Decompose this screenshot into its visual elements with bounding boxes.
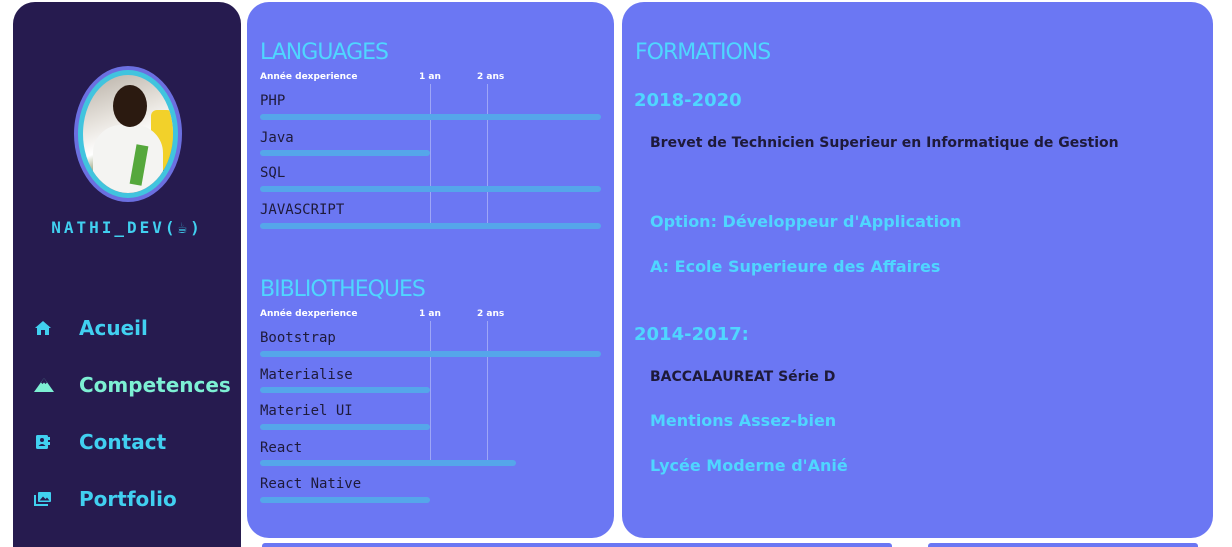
formations-title: FORMATIONS <box>635 40 771 65</box>
skill-name: Materiel UI <box>260 403 353 419</box>
skill-bar <box>260 460 516 466</box>
skill-bar <box>260 223 601 229</box>
skill-bar <box>260 186 601 192</box>
scale-1-year: 1 an <box>419 309 441 319</box>
formation-degree: Brevet de Technicien Superieur en Inform… <box>650 135 1119 151</box>
formation-mention: Mentions Assez-bien <box>650 411 837 430</box>
skill-name: React <box>260 440 303 456</box>
scale-1-year: 1 an <box>419 72 441 82</box>
skill-bar <box>260 497 430 503</box>
libraries-title: BIBLIOTHEQUES <box>260 277 426 302</box>
skill-bar <box>260 424 430 430</box>
formation-school: Lycée Moderne d'Anié <box>650 456 848 475</box>
languages-title: LANGUAGES <box>260 40 389 65</box>
formation-years: 2018-2020 <box>634 90 742 111</box>
formation-years: 2014-2017: <box>634 324 749 345</box>
nav-label: Contact <box>79 430 167 454</box>
nav-label: Acueil <box>79 316 148 340</box>
gridline-2-years <box>487 321 488 461</box>
sidebar: NATHI_DEV(☕) Acueil Competences Contact … <box>13 2 241 547</box>
home-icon <box>33 318 53 338</box>
username: NATHI_DEV(☕) <box>51 218 203 237</box>
avatar <box>74 66 182 202</box>
next-section-card <box>262 543 892 547</box>
skill-name: React Native <box>260 476 362 492</box>
scale-2-years: 2 ans <box>477 309 505 319</box>
mountain-icon <box>33 375 54 395</box>
skill-name: Materialise <box>260 367 353 383</box>
skill-bar <box>260 114 601 120</box>
formation-school: A: Ecole Superieure des Affaires <box>650 257 941 276</box>
formations-panel: FORMATIONS 2018-2020 Brevet de Technicie… <box>622 2 1213 538</box>
skill-name: PHP <box>260 93 286 109</box>
skills-panel: LANGUAGES Année dexperience 1 an 2 ans P… <box>247 2 614 538</box>
contact-book-icon <box>33 432 53 452</box>
next-section-card <box>928 543 1198 547</box>
nav-item-accueil[interactable]: Acueil <box>33 316 148 340</box>
gridline-2-years <box>487 84 488 224</box>
nav-label: Portfolio <box>79 487 177 511</box>
scale-caption: Année dexperience <box>260 309 358 319</box>
nav-item-competences[interactable]: Competences <box>33 373 231 397</box>
formation-option: Option: Développeur d'Application <box>650 212 962 231</box>
skill-bar <box>260 150 430 156</box>
skill-bar <box>260 351 601 357</box>
image-gallery-icon <box>33 489 53 509</box>
gridline-1-year <box>430 321 431 461</box>
scale-caption: Année dexperience <box>260 72 358 82</box>
nav-label: Competences <box>79 373 231 397</box>
formation-degree: BACCALAUREAT Série D <box>650 369 836 385</box>
skill-name: Java <box>260 130 294 146</box>
scale-2-years: 2 ans <box>477 72 505 82</box>
skill-bar <box>260 387 430 393</box>
skill-name: SQL <box>260 165 286 181</box>
nav-item-portfolio[interactable]: Portfolio <box>33 487 177 511</box>
profile-photo <box>83 75 173 193</box>
skill-name: Bootstrap <box>260 330 336 346</box>
skill-name: JAVASCRIPT <box>260 202 345 218</box>
gridline-1-year <box>430 84 431 224</box>
nav-item-contact[interactable]: Contact <box>33 430 166 454</box>
